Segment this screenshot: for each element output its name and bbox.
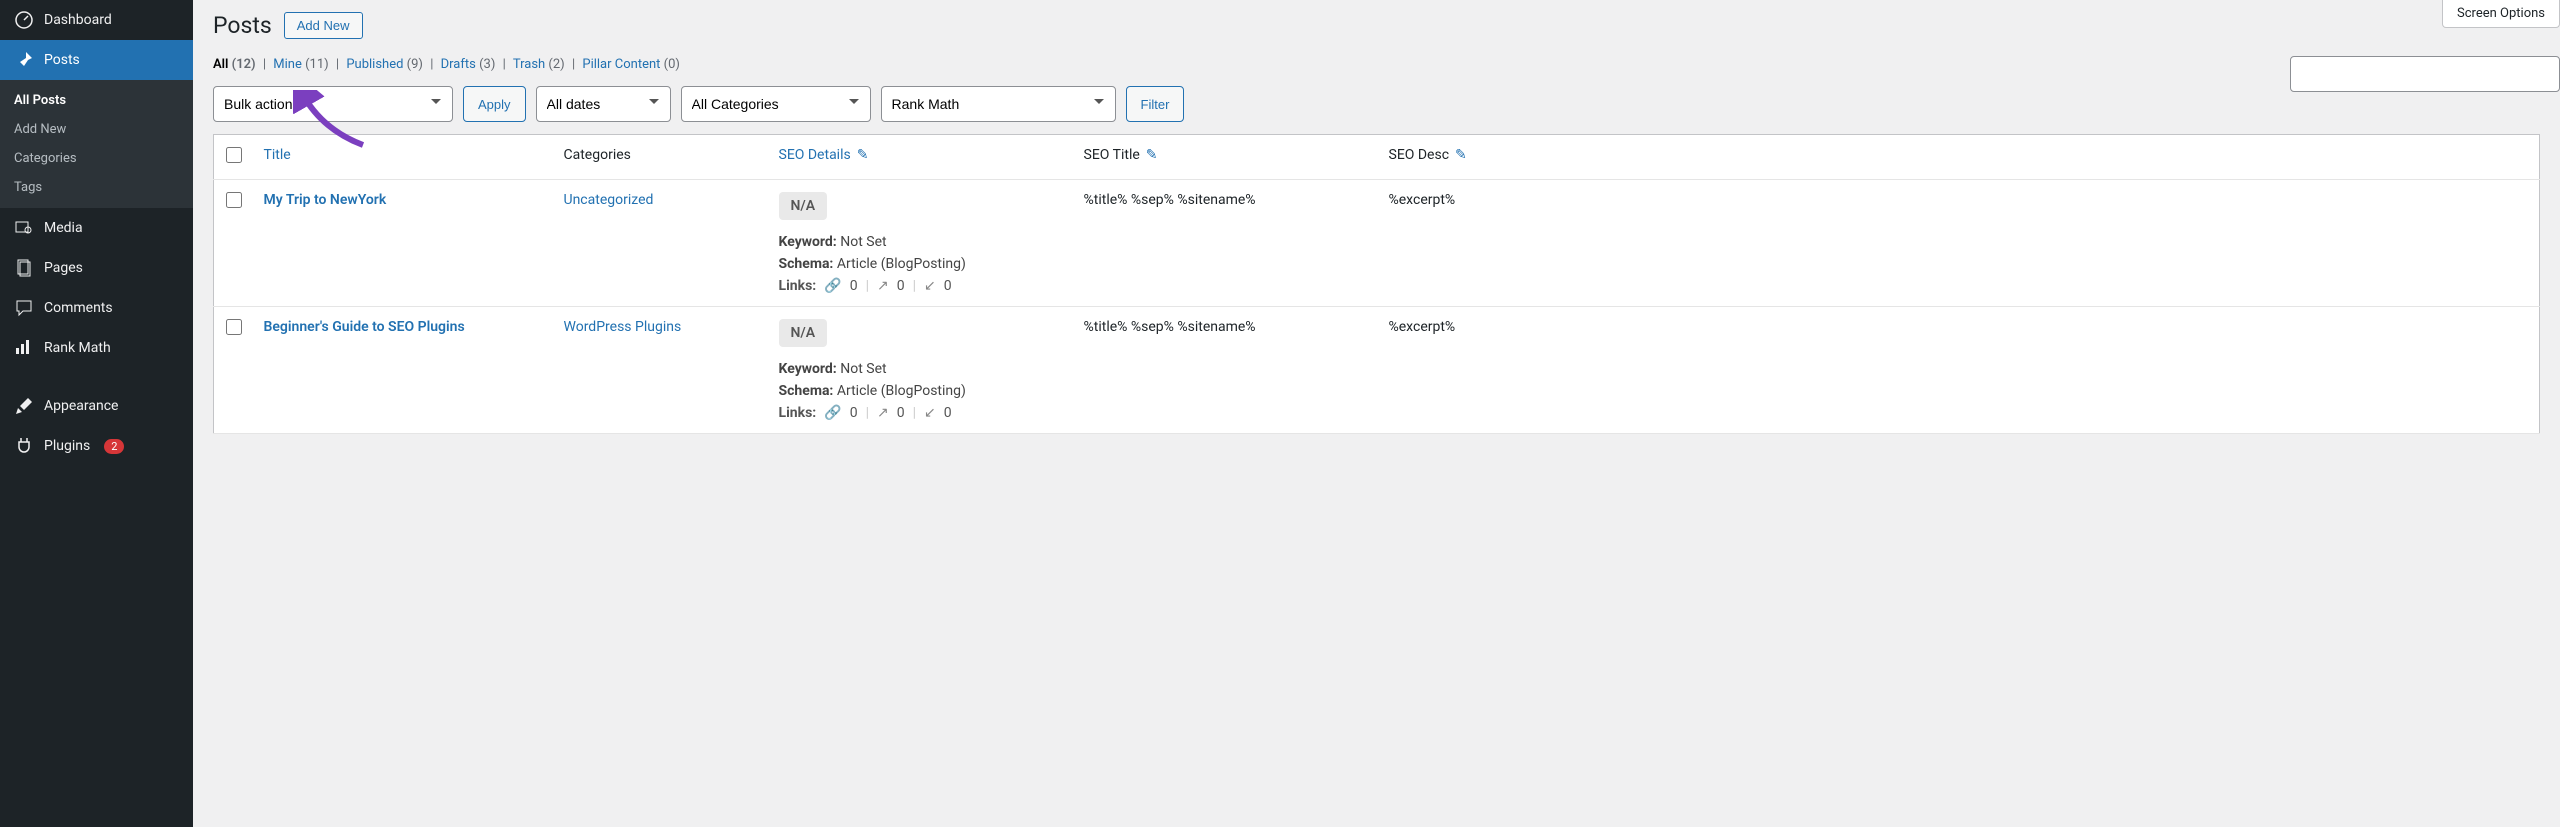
filter-drafts[interactable]: Drafts [441, 57, 476, 72]
posts-table: Title Categories SEO Details✎ SEO Title ✎… [213, 134, 2540, 434]
table-row: Beginner's Guide to SEO Plugins WordPres… [214, 307, 2540, 434]
status-filters: All (12) | Mine (11) | Published (9) | D… [213, 57, 2540, 72]
sidebar-label: Comments [44, 300, 113, 316]
add-new-button[interactable]: Add New [284, 12, 363, 39]
posts-submenu: All Posts Add New Categories Tags [0, 80, 193, 208]
links-line: Links: 🔗0| ↗0| ↙0 [779, 278, 1064, 294]
keyword-line: Keyword: Not Set [779, 234, 1064, 250]
seo-score-badge: N/A [779, 319, 828, 347]
sidebar-item-dashboard[interactable]: Dashboard [0, 0, 193, 40]
pages-icon [14, 258, 34, 278]
main-content: Screen Options Posts Add New All (12) | … [193, 0, 2560, 827]
external-link-icon: ↗ [877, 278, 889, 294]
filter-all[interactable]: All (12) [213, 57, 256, 72]
post-title-link[interactable]: My Trip to NewYork [264, 192, 387, 208]
sidebar-item-plugins[interactable]: Plugins 2 [0, 426, 193, 466]
sidebar-label: Dashboard [44, 12, 112, 28]
plug-icon [14, 436, 34, 456]
sidebar-label: Appearance [44, 398, 118, 414]
seo-title-cell: %title% %sep% %sitename% [1074, 180, 1379, 307]
col-seodetails[interactable]: SEO Details✎ [779, 147, 869, 163]
table-row: My Trip to NewYork Uncategorized N/A Key… [214, 180, 2540, 307]
date-filter-select[interactable]: All dates [536, 86, 671, 122]
sidebar-item-appearance[interactable]: Appearance [0, 386, 193, 426]
incoming-link-icon: ↙ [924, 278, 936, 294]
seo-desc-cell: %excerpt% [1379, 180, 2540, 307]
filter-button[interactable]: Filter [1126, 86, 1185, 122]
row-checkbox[interactable] [226, 319, 242, 335]
search-input[interactable] [2290, 56, 2560, 92]
pin-icon [14, 50, 34, 70]
col-title[interactable]: Title [264, 147, 291, 163]
category-link[interactable]: WordPress Plugins [564, 319, 682, 335]
select-all-checkbox[interactable] [226, 147, 242, 163]
rankmath-filter-select[interactable]: Rank Math [881, 86, 1116, 122]
page-title: Posts [213, 12, 272, 39]
keyword-line: Keyword: Not Set [779, 361, 1064, 377]
sidebar-item-rankmath[interactable]: Rank Math [0, 328, 193, 368]
col-categories: Categories [554, 135, 769, 180]
sidebar-item-comments[interactable]: Comments [0, 288, 193, 328]
sidebar-label: Pages [44, 260, 83, 276]
link-icon: 🔗 [824, 405, 841, 421]
seo-desc-cell: %excerpt% [1379, 307, 2540, 434]
sidebar-item-pages[interactable]: Pages [0, 248, 193, 288]
sidebar-item-posts[interactable]: Posts [0, 40, 193, 80]
submenu-add-new[interactable]: Add New [0, 115, 193, 144]
submenu-categories[interactable]: Categories [0, 144, 193, 173]
filter-published[interactable]: Published [346, 57, 403, 72]
schema-line: Schema: Article (BlogPosting) [779, 256, 1064, 272]
seo-score-badge: N/A [779, 192, 828, 220]
submenu-tags[interactable]: Tags [0, 173, 193, 202]
row-checkbox[interactable] [226, 192, 242, 208]
seo-title-cell: %title% %sep% %sitename% [1074, 307, 1379, 434]
pencil-icon[interactable]: ✎ [1146, 147, 1158, 163]
sidebar-label: Rank Math [44, 340, 111, 356]
sidebar-item-media[interactable]: Media [0, 208, 193, 248]
links-line: Links: 🔗0| ↗0| ↙0 [779, 405, 1064, 421]
pencil-icon: ✎ [857, 147, 869, 163]
media-icon [14, 218, 34, 238]
sidebar-label: Posts [44, 52, 80, 68]
chart-icon [14, 338, 34, 358]
category-filter-select[interactable]: All Categories [681, 86, 871, 122]
submenu-all-posts[interactable]: All Posts [0, 86, 193, 115]
pencil-icon[interactable]: ✎ [1455, 147, 1467, 163]
dashboard-icon [14, 10, 34, 30]
sidebar-label: Media [44, 220, 83, 236]
col-seodesc: SEO Desc [1389, 147, 1450, 163]
bulk-actions-select[interactable]: Bulk actions [213, 86, 453, 122]
comments-icon [14, 298, 34, 318]
col-seotitle: SEO Title [1084, 147, 1140, 163]
brush-icon [14, 396, 34, 416]
updates-badge: 2 [104, 439, 124, 454]
screen-options-button[interactable]: Screen Options [2442, 0, 2560, 28]
external-link-icon: ↗ [877, 405, 889, 421]
incoming-link-icon: ↙ [924, 405, 936, 421]
sidebar-label: Plugins [44, 438, 90, 454]
admin-sidebar: Dashboard Posts All Posts Add New Catego… [0, 0, 193, 827]
filter-trash[interactable]: Trash [513, 57, 545, 72]
apply-button[interactable]: Apply [463, 86, 526, 122]
filter-pillar[interactable]: Pillar Content [582, 57, 660, 72]
schema-line: Schema: Article (BlogPosting) [779, 383, 1064, 399]
category-link[interactable]: Uncategorized [564, 192, 654, 208]
link-icon: 🔗 [824, 278, 841, 294]
post-title-link[interactable]: Beginner's Guide to SEO Plugins [264, 319, 465, 335]
filter-mine[interactable]: Mine [273, 57, 302, 72]
